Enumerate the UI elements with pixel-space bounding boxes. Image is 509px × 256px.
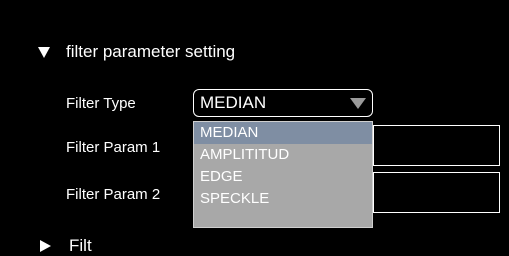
filter-type-dropdown-list: MEDIAN AMPLITITUD EDGE SPECKLE [193, 121, 373, 228]
dropdown-option-amplititud[interactable]: AMPLITITUD [194, 144, 372, 166]
dropdown-option-median[interactable]: MEDIAN [194, 122, 372, 144]
section-title: filter parameter setting [66, 42, 236, 61]
filter-param-1-input[interactable] [373, 125, 500, 166]
next-section-title: Filt [69, 236, 92, 255]
triangle-down-icon[interactable] [38, 46, 50, 58]
filter-type-label: Filter Type [66, 95, 136, 112]
next-section-header[interactable]: Filt [40, 236, 92, 255]
filter-param-2-input[interactable] [373, 172, 500, 213]
dropdown-option-edge[interactable]: EDGE [194, 166, 372, 188]
triangle-right-icon[interactable] [40, 240, 51, 252]
chevron-down-icon[interactable] [350, 98, 366, 109]
filter-parameter-section-header[interactable]: filter parameter setting [38, 40, 235, 64]
dropdown-option-speckle[interactable]: SPECKLE [194, 188, 372, 210]
filter-param-1-label: Filter Param 1 [66, 139, 161, 156]
filter-settings-panel: filter parameter setting Filter Type MED… [0, 0, 509, 255]
filter-param-2-label: Filter Param 2 [66, 186, 161, 203]
filter-type-selected-value: MEDIAN [200, 93, 267, 112]
filter-type-select[interactable]: MEDIAN [193, 89, 373, 117]
